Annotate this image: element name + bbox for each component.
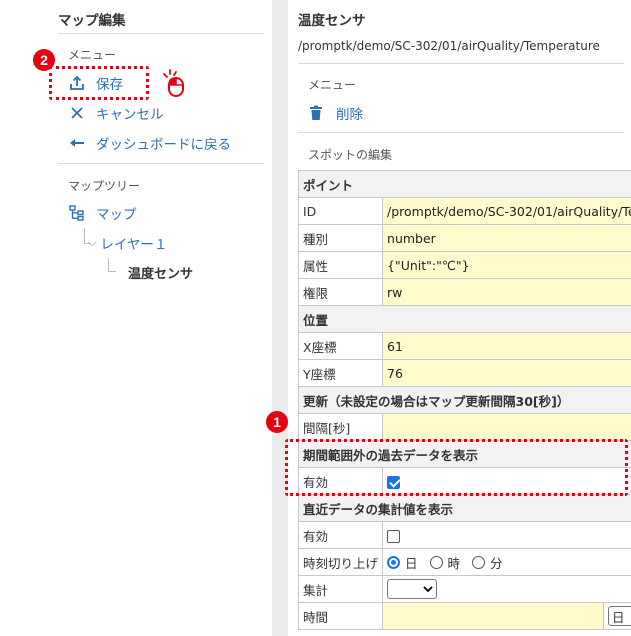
time-cell: 日	[382, 602, 631, 630]
close-icon	[68, 104, 86, 122]
mouse-click-icon	[160, 68, 188, 102]
round-day-label: 日	[405, 555, 418, 571]
past-data-highlight-box	[285, 439, 628, 496]
x-coord-value: 61	[387, 338, 403, 354]
left-panel-title: マップ編集	[58, 13, 126, 29]
permission-value: rw	[387, 284, 403, 300]
round-time-cell: 日 時 分	[382, 548, 631, 576]
attribute-value: {"Unit":"℃"}	[387, 257, 470, 273]
aggregate-enabled-label: 有効	[297, 521, 384, 549]
round-minute-radio[interactable]	[472, 555, 486, 569]
x-coord-field[interactable]: 61	[382, 332, 631, 360]
tree-connector	[84, 228, 85, 244]
cancel-label: キャンセル	[96, 107, 164, 123]
type-field[interactable]: number	[382, 224, 631, 252]
chevron-down-icon: ⌵	[88, 236, 97, 249]
interval-label: 間隔[秒]	[297, 413, 384, 441]
divider-line	[298, 63, 624, 64]
type-value: number	[387, 230, 436, 246]
tree-item-sensor[interactable]: 温度センサ	[128, 261, 193, 283]
type-label: 種別	[297, 224, 384, 252]
tree-item-layer[interactable]: ⌵ レイヤー１	[88, 232, 167, 254]
permission-label: 権限	[297, 278, 384, 306]
id-label: ID	[297, 197, 384, 225]
aggregate-enabled-checkbox[interactable]	[387, 529, 401, 543]
tree-item-map[interactable]: マップ	[68, 202, 137, 224]
round-day-radio[interactable]	[387, 555, 401, 569]
callout-badge-1: 1	[266, 411, 288, 433]
left-panel: マップ編集 メニュー 保存 キャンセル ダッシュボードに戻る マップツリー マッ…	[0, 0, 272, 636]
tree-structure-icon	[68, 204, 86, 222]
divider-line	[58, 33, 264, 34]
attribute-field[interactable]: {"Unit":"℃"}	[382, 251, 631, 279]
point-section-header: ポイント	[297, 170, 631, 198]
position-section-header: 位置	[297, 305, 631, 333]
spot-path: /promptk/demo/SC-302/01/airQuality/Tempe…	[298, 39, 600, 53]
x-coord-label: X座標	[297, 332, 384, 360]
delete-label: 削除	[336, 107, 363, 123]
round-minute-label: 分	[490, 555, 503, 571]
y-coord-field[interactable]: 76	[382, 359, 631, 387]
divider-line	[58, 163, 264, 164]
time-unit-select[interactable]: 日	[608, 606, 631, 626]
panel-splitter[interactable]	[272, 0, 288, 636]
tree-map-label: マップ	[96, 207, 137, 223]
right-panel: 温度センサ /promptk/demo/SC-302/01/airQuality…	[288, 0, 631, 636]
tree-connector	[108, 258, 109, 272]
delete-button[interactable]: 削除	[308, 103, 363, 123]
y-coord-label: Y座標	[297, 359, 384, 387]
spot-edit-label: スポットの編集	[308, 148, 393, 162]
divider-line	[298, 132, 624, 133]
back-to-dashboard-button[interactable]: ダッシュボードに戻る	[68, 132, 231, 154]
aggregate-select[interactable]	[387, 579, 438, 599]
round-hour-radio[interactable]	[429, 555, 443, 569]
spot-title: 温度センサ	[298, 13, 366, 29]
chevron-down-icon	[423, 585, 433, 592]
tree-sensor-label: 温度センサ	[128, 266, 194, 282]
round-hour-label: 時	[447, 555, 461, 571]
back-label: ダッシュボードに戻る	[96, 137, 231, 153]
spot-properties-table: ポイント ID /promptk/demo/SC-302/01/airQuali…	[297, 170, 631, 630]
aggregate-enabled-cell	[382, 521, 631, 549]
id-field[interactable]: /promptk/demo/SC-302/01/airQuality/Tempe…	[382, 197, 631, 225]
save-highlight-box	[49, 66, 149, 100]
permission-field[interactable]: rw	[382, 278, 631, 306]
aggregate-label: 集計	[297, 575, 384, 603]
time-field[interactable]	[383, 603, 605, 629]
update-section-header: 更新（未設定の場合はマップ更新間隔30[秒]）	[297, 386, 631, 414]
time-unit-value: 日	[612, 609, 625, 625]
round-time-label: 時刻切り上げ	[297, 548, 384, 576]
aggregate-cell	[382, 575, 631, 603]
tree-layer-label: レイヤー１	[100, 237, 168, 253]
interval-field[interactable]	[382, 413, 631, 441]
cancel-button[interactable]: キャンセル	[68, 102, 164, 124]
map-tree-label: マップツリー	[68, 179, 141, 193]
attribute-label: 属性	[297, 251, 384, 279]
aggregate-section-header: 直近データの集計値を表示	[297, 494, 631, 522]
arrow-left-icon	[68, 134, 86, 152]
id-value: /promptk/demo/SC-302/01/airQuality/Tempe…	[387, 203, 631, 219]
time-label: 時間	[297, 602, 384, 630]
tree-connector	[108, 271, 116, 272]
trash-icon	[308, 104, 324, 122]
menu-section-label: メニュー	[68, 48, 117, 62]
y-coord-value: 76	[387, 365, 403, 381]
right-menu-label: メニュー	[308, 78, 357, 92]
